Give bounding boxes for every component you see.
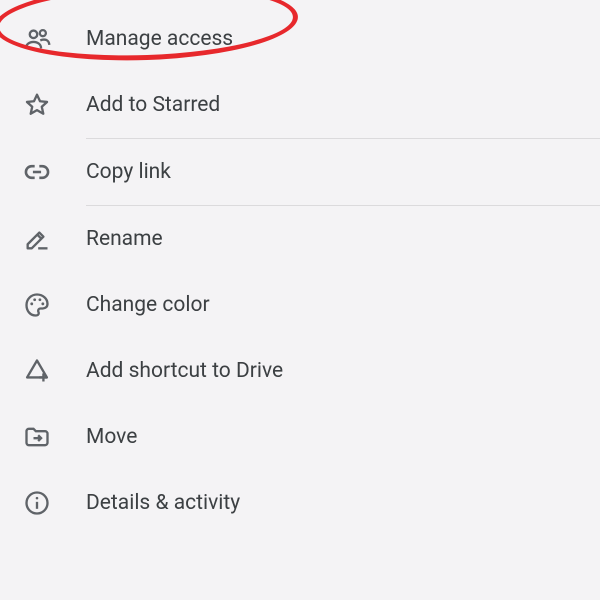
menu-item-change-color[interactable]: Change color: [0, 272, 600, 338]
info-icon: [22, 488, 52, 518]
menu-item-label: Change color: [86, 293, 210, 317]
menu-item-rename[interactable]: Rename: [0, 206, 600, 272]
menu-item-add-starred[interactable]: Add to Starred: [0, 72, 600, 138]
menu-item-label: Details & activity: [86, 491, 240, 515]
menu-item-label: Move: [86, 425, 137, 449]
menu-item-details[interactable]: Details & activity: [0, 470, 600, 536]
palette-icon: [22, 290, 52, 320]
star-icon: [22, 90, 52, 120]
menu-item-move[interactable]: Move: [0, 404, 600, 470]
menu-item-label: Add shortcut to Drive: [86, 359, 283, 383]
menu-item-manage-access[interactable]: Manage access: [0, 6, 600, 72]
shortcut-icon: [22, 356, 52, 386]
move-icon: [22, 422, 52, 452]
menu-item-copy-link[interactable]: Copy link: [0, 139, 600, 205]
link-icon: [22, 157, 52, 187]
menu-item-label: Add to Starred: [86, 93, 220, 117]
menu-item-label: Rename: [86, 227, 163, 251]
context-menu: Manage access Add to Starred Copy link R…: [0, 0, 600, 536]
menu-item-label: Manage access: [86, 27, 233, 51]
menu-item-add-shortcut[interactable]: Add shortcut to Drive: [0, 338, 600, 404]
rename-icon: [22, 224, 52, 254]
people-icon: [22, 24, 52, 54]
menu-item-label: Copy link: [86, 160, 171, 184]
